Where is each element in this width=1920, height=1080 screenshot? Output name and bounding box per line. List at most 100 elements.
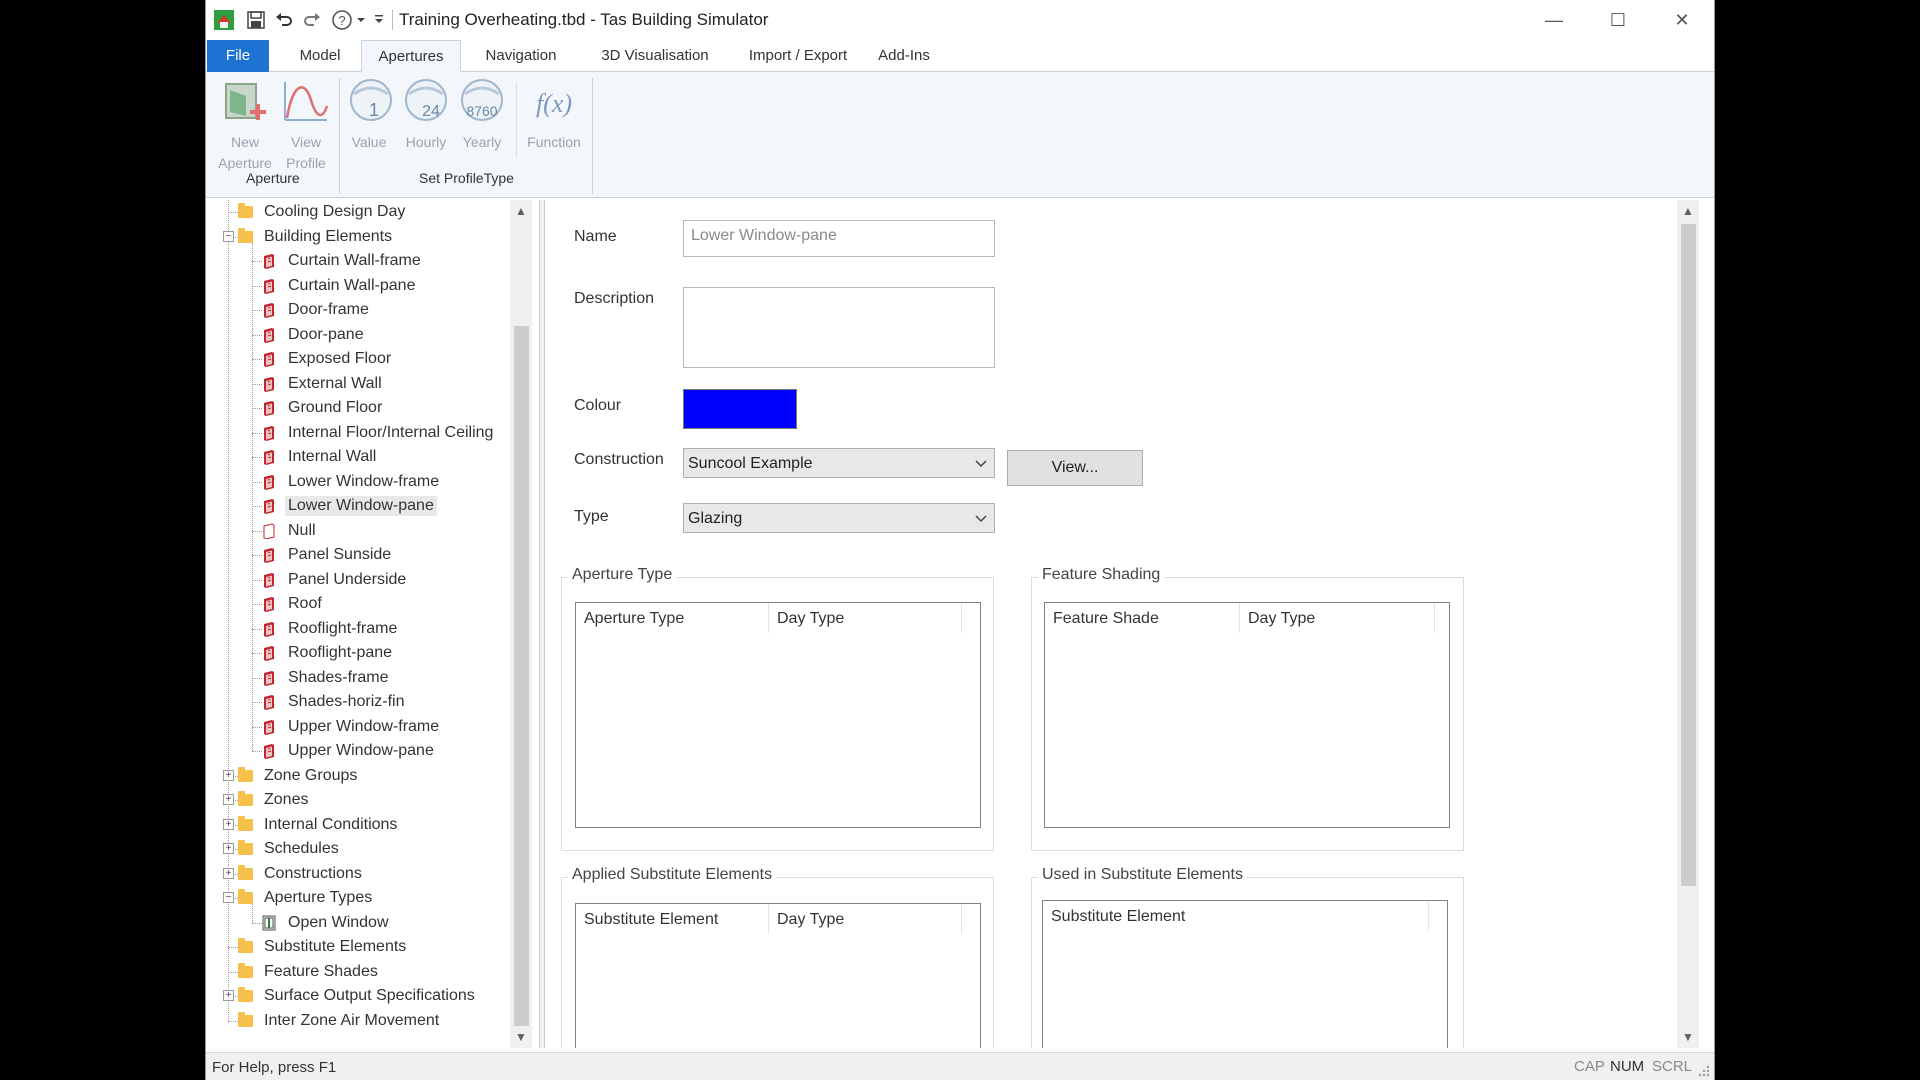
tree-item[interactable]: Cooling Design Day [238, 200, 408, 224]
scroll-up-arrow-icon[interactable]: ▲ [510, 200, 532, 222]
tree-item[interactable]: Curtain Wall-pane [262, 274, 418, 298]
day-type-column-header[interactable]: Day Type [1240, 603, 1435, 633]
tree-item[interactable]: Schedules [238, 837, 342, 861]
tree-item[interactable]: Substitute Elements [238, 935, 409, 959]
tree-item[interactable]: Zones [238, 788, 311, 812]
tree-connector-line [252, 359, 262, 360]
tree-item[interactable]: Shades-horiz-fin [262, 690, 408, 714]
tree-item[interactable]: Feature Shades [238, 960, 381, 984]
tree-item[interactable]: Shades-frame [262, 666, 392, 690]
expand-icon[interactable]: + [223, 867, 234, 879]
tree-item[interactable]: Constructions [238, 862, 365, 886]
building-element-icon [264, 670, 274, 686]
app-icon[interactable] [212, 8, 236, 32]
save-icon[interactable] [244, 8, 268, 32]
tree-item[interactable]: Lower Window-frame [262, 470, 442, 494]
tree-item[interactable]: Rooflight-pane [262, 641, 395, 665]
new-aperture-button[interactable]: New Aperture [214, 76, 276, 174]
construction-select[interactable]: Suncool Example [683, 448, 995, 478]
description-input[interactable] [683, 287, 995, 368]
substitute-element-column-header[interactable]: Substitute Element [576, 904, 769, 934]
resize-grip-icon[interactable] [1696, 1063, 1710, 1077]
hourly-button[interactable]: 24 Hourly [398, 76, 454, 153]
feature-shade-column-header[interactable]: Feature Shade [1045, 603, 1240, 633]
tree-item[interactable]: Door-pane [262, 323, 367, 347]
properties-scrollbar[interactable]: ▲ ▼ [1677, 200, 1699, 1048]
tree-item[interactable]: Open Window [262, 911, 392, 935]
applied-substitute-elements-list[interactable]: Substitute Element Day Type [575, 903, 981, 1048]
redo-icon[interactable] [300, 8, 324, 32]
colour-swatch-button[interactable] [683, 389, 797, 429]
construction-label: Construction [574, 451, 664, 468]
function-button[interactable]: f(x) Function [522, 76, 586, 153]
tree-item[interactable]: Building Elements [238, 225, 395, 249]
aperture-type-list[interactable]: Aperture Type Day Type [575, 602, 981, 828]
caps-lock-indicator: CAP [1574, 1058, 1605, 1075]
customize-toolbar-icon[interactable] [372, 8, 386, 32]
tree-item[interactable]: Rooflight-frame [262, 617, 400, 641]
undo-icon[interactable] [272, 8, 296, 32]
view-construction-button[interactable]: View... [1007, 450, 1143, 486]
tab-3d-visualisation[interactable]: 3D Visualisation [580, 40, 730, 72]
tree-item[interactable]: Curtain Wall-frame [262, 249, 424, 273]
tree-item[interactable]: Internal Wall [262, 445, 379, 469]
tree-item[interactable]: Internal Floor/Internal Ceiling [262, 421, 496, 445]
expand-icon[interactable]: + [223, 843, 234, 854]
tab-model[interactable]: Model [288, 40, 352, 72]
tree-item[interactable]: Lower Window-pane [262, 494, 437, 518]
value-button[interactable]: 1 Value [344, 76, 394, 153]
feature-shading-list[interactable]: Feature Shade Day Type [1044, 602, 1450, 828]
scroll-up-arrow-icon[interactable]: ▲ [1677, 200, 1699, 222]
expand-icon[interactable]: + [223, 769, 234, 781]
view-profile-button[interactable]: View Profile [276, 76, 336, 174]
scroll-down-arrow-icon[interactable]: ▼ [1677, 1026, 1699, 1048]
substitute-element-column-header[interactable]: Substitute Element [1043, 901, 1429, 931]
tree-item[interactable]: Surface Output Specifications [238, 984, 478, 1008]
tree-item[interactable]: Roof [262, 592, 325, 616]
day-type-column-header[interactable]: Day Type [769, 603, 962, 633]
collapse-icon[interactable]: − [223, 230, 234, 242]
ribbon-panel: New Aperture View Profile Aperture 1 Val… [206, 72, 1714, 198]
tree-item[interactable]: Zone Groups [238, 764, 360, 788]
tree-item[interactable]: Internal Conditions [238, 813, 400, 837]
expand-icon[interactable]: + [223, 794, 234, 805]
collapse-icon[interactable]: − [223, 892, 234, 903]
properties-scrollbar-thumb[interactable] [1681, 224, 1696, 886]
tree-item[interactable]: Upper Window-frame [262, 715, 442, 739]
aperture-type-column-header[interactable]: Aperture Type [576, 603, 769, 633]
tree-item[interactable]: Ground Floor [262, 396, 385, 420]
expand-icon[interactable]: + [223, 990, 234, 1001]
scroll-down-arrow-icon[interactable]: ▼ [510, 1026, 532, 1048]
tree-item[interactable]: Exposed Floor [262, 347, 394, 371]
tree-scrollbar[interactable]: ▲ ▼ [510, 200, 532, 1048]
tab-navigation[interactable]: Navigation [468, 40, 574, 72]
tree-scrollbar-thumb[interactable] [514, 326, 529, 1026]
name-input[interactable]: Lower Window-pane [683, 220, 995, 257]
tree-item[interactable]: Panel Sunside [262, 543, 394, 567]
tree-item[interactable]: Upper Window-pane [262, 739, 437, 763]
tree-item-label: Ground Floor [288, 399, 383, 416]
tree-item[interactable]: Aperture Types [238, 886, 375, 910]
tree-item[interactable]: Inter Zone Air Movement [238, 1009, 442, 1033]
model-tree[interactable]: Cooling Design Day − Building Elements Curt… [210, 200, 539, 1048]
type-select[interactable]: Glazing [683, 503, 995, 533]
minimize-button[interactable]: — [1522, 0, 1586, 40]
tab-import-export[interactable]: Import / Export [726, 40, 870, 72]
maximize-button[interactable]: ☐ [1586, 0, 1650, 40]
day-type-column-header[interactable]: Day Type [769, 904, 962, 934]
tab-add-ins[interactable]: Add-Ins [862, 40, 946, 72]
tree-item[interactable]: Panel Underside [262, 568, 409, 592]
tab-apertures[interactable]: Apertures [361, 40, 461, 73]
expand-icon[interactable]: + [223, 818, 234, 830]
help-icon[interactable]: ? [330, 8, 354, 32]
feature-shading-group-title: Feature Shading [1038, 566, 1165, 584]
help-dropdown-chevron-icon[interactable] [354, 8, 368, 32]
used-in-substitute-elements-list[interactable]: Substitute Element [1042, 900, 1448, 1048]
close-button[interactable]: ✕ [1650, 0, 1714, 40]
yearly-button[interactable]: 8760 Yearly [454, 76, 510, 153]
tab-file[interactable]: File [207, 40, 269, 72]
tree-item[interactable]: Door-frame [262, 298, 372, 322]
tree-item[interactable]: Null [262, 519, 319, 543]
ribbon-inner-separator [516, 82, 517, 158]
tree-item[interactable]: External Wall [262, 372, 385, 396]
